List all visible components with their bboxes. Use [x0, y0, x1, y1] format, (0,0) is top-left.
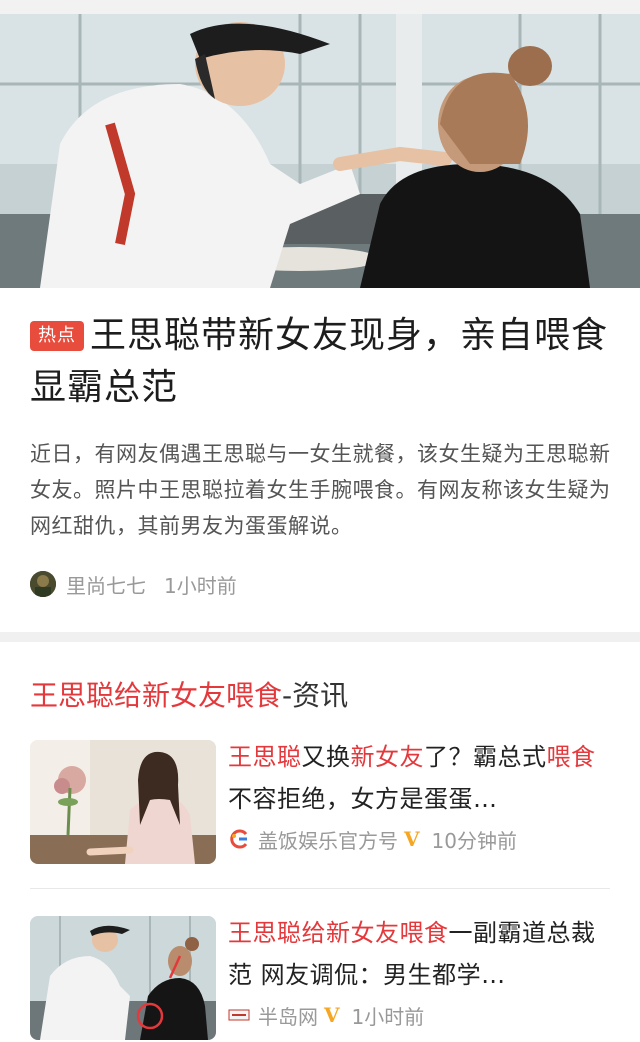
source-logo-icon	[230, 829, 248, 849]
hot-badge: 热点	[30, 321, 84, 351]
verified-badge: V	[404, 827, 420, 851]
article-headline[interactable]: 热点 王思聪带新女友现身，亲自喂食显霸总范	[30, 310, 614, 414]
related-item-source[interactable]: 盖饭娱乐官方号	[258, 825, 398, 854]
related-thumbnail[interactable]	[30, 916, 216, 1040]
article-title: 王思聪带新女友现身，亲自喂食显霸总范	[30, 315, 609, 408]
verified-badge: V	[324, 1003, 340, 1027]
source-logo-icon	[228, 1009, 250, 1021]
article-summary: 近日，有网友偶遇王思聪与一女生就餐，该女生疑为王思聪新女友。照片中王思聪拉着女生…	[30, 442, 611, 538]
author-avatar[interactable]	[30, 571, 56, 597]
related-item-source[interactable]: 半岛网	[258, 1001, 318, 1030]
related-section-title[interactable]: 王思聪给新女友喂食-资讯	[30, 676, 348, 716]
related-item-meta: 半岛网 V 1小时前	[228, 1000, 610, 1030]
related-item-meta: 盖饭娱乐官方号 V 10分钟前	[228, 824, 610, 854]
related-item-time: 1小时前	[351, 1004, 425, 1029]
article-meta: 里尚七七 1小时前	[30, 568, 237, 600]
related-item-title[interactable]: 王思聪给新女友喂食一副霸道总裁范 网友调侃：男生都学…	[228, 912, 610, 996]
related-item[interactable]: 王思聪给新女友喂食一副霸道总裁范 网友调侃：男生都学… 半岛网 V 1小时前	[30, 916, 610, 1042]
top-strip	[0, 0, 640, 14]
section-divider	[0, 632, 640, 642]
related-item[interactable]: 王思聪又换新女友了？霸总式喂食不容拒绝，女方是蛋蛋… 盖饭娱乐官方号 V 10分…	[30, 740, 610, 866]
hero-image[interactable]	[0, 14, 640, 288]
publish-time: 1小时前	[164, 573, 237, 598]
author-name[interactable]: 里尚七七	[66, 570, 146, 599]
item-separator	[30, 888, 610, 889]
related-item-time: 10分钟前	[431, 828, 517, 853]
related-thumbnail[interactable]	[30, 740, 216, 864]
related-item-title[interactable]: 王思聪又换新女友了？霸总式喂食不容拒绝，女方是蛋蛋…	[228, 736, 610, 820]
